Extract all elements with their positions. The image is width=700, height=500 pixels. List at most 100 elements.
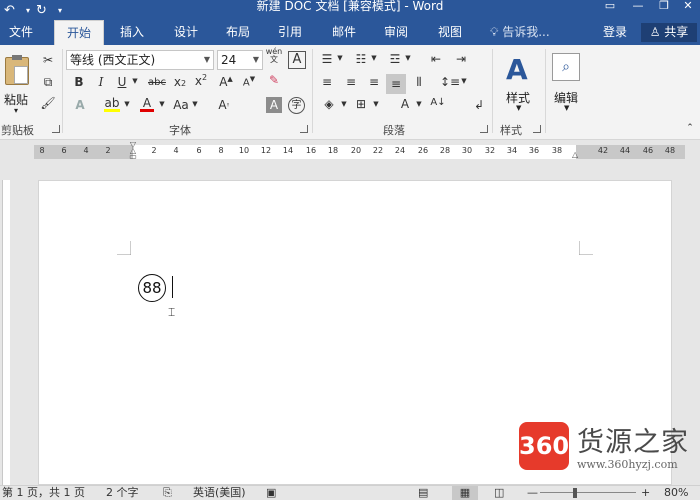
chevron-down-icon[interactable]: ▼ bbox=[415, 100, 423, 108]
font-name-dropdown[interactable]: 等线 (西文正文) ▼ bbox=[66, 50, 214, 70]
chevron-down-icon[interactable]: ▼ bbox=[370, 54, 378, 62]
collapse-ribbon-icon[interactable]: ⌃ bbox=[684, 123, 696, 133]
chevron-down-icon[interactable]: ▼ bbox=[460, 77, 468, 85]
grow-font-icon[interactable]: A▲ bbox=[217, 75, 235, 89]
styles-launcher-icon[interactable] bbox=[533, 125, 541, 133]
justify-icon[interactable]: ≡ bbox=[386, 74, 406, 94]
status-bar: 第 1 页，共 1 页 2 个字 ⎘ 英语(美国) ▣ ▤ ▦ ◫ — + 80… bbox=[0, 485, 700, 500]
tab-insert[interactable]: 插入 bbox=[108, 20, 156, 45]
decrease-indent-icon[interactable]: ⇤ bbox=[427, 52, 445, 66]
zoom-slider[interactable] bbox=[540, 492, 636, 493]
macro-icon[interactable]: ▣ bbox=[266, 486, 276, 500]
strikethrough-icon[interactable]: abc bbox=[146, 77, 168, 88]
tab-layout[interactable]: 布局 bbox=[214, 20, 262, 45]
shading-icon[interactable]: ◈ bbox=[320, 97, 338, 111]
character-spacing-icon[interactable]: Aꜛ bbox=[215, 98, 233, 112]
styles-button[interactable]: A 样式 ▼ bbox=[500, 51, 538, 115]
character-shading-icon[interactable]: A bbox=[266, 97, 282, 113]
print-layout-icon[interactable]: ▦ bbox=[452, 486, 478, 500]
format-painter-icon[interactable]: 🖌︎ bbox=[40, 96, 56, 110]
font-size-dropdown[interactable]: 24 ▼ bbox=[217, 50, 263, 70]
distributed-icon[interactable]: ⦀ bbox=[410, 75, 428, 90]
read-mode-icon[interactable]: ▤ bbox=[418, 486, 428, 500]
show-marks-icon[interactable]: ↲ bbox=[470, 98, 488, 112]
tab-file[interactable]: 文件 bbox=[0, 20, 42, 45]
tab-references[interactable]: 引用 bbox=[266, 20, 314, 45]
chinese-layout-icon[interactable]: A bbox=[396, 97, 414, 111]
ruler-number: 38 bbox=[551, 146, 563, 155]
underline-icon[interactable]: U bbox=[115, 75, 129, 89]
bold-icon[interactable]: B bbox=[72, 75, 86, 89]
proofing-icon[interactable]: ⎘ bbox=[163, 486, 172, 500]
multilevel-list-icon[interactable]: ☲ bbox=[386, 52, 404, 66]
ruler-number: 12 bbox=[260, 146, 272, 155]
align-right-icon[interactable]: ≡ bbox=[365, 75, 383, 89]
editing-button[interactable]: ⌕ 编辑 ▼ bbox=[550, 51, 586, 115]
restore-button[interactable]: ❐ bbox=[652, 0, 676, 14]
close-button[interactable]: ✕ bbox=[676, 0, 700, 14]
tab-home[interactable]: 开始 bbox=[54, 20, 104, 45]
clear-formatting-icon[interactable]: ✎ bbox=[265, 73, 283, 87]
highlight-color-icon[interactable]: ab bbox=[104, 96, 120, 112]
word-count[interactable]: 2 个字 bbox=[106, 486, 139, 500]
horizontal-ruler[interactable]: ▽ △ ▭ △ 8 6 4 2 2 4 6 8 10 12 14 16 18 20 22 24 26 28 30 32 34… bbox=[0, 140, 700, 164]
align-center-icon[interactable]: ≡ bbox=[342, 75, 360, 89]
web-layout-icon[interactable]: ◫ bbox=[494, 486, 504, 500]
borders-icon[interactable]: ⊞ bbox=[352, 97, 370, 111]
superscript-icon[interactable]: x2 bbox=[193, 73, 209, 88]
clipboard-launcher-icon[interactable] bbox=[52, 125, 60, 133]
zoom-slider-thumb[interactable] bbox=[573, 488, 577, 498]
copy-icon[interactable]: ⧉ bbox=[40, 75, 56, 90]
shrink-font-icon[interactable]: A▼ bbox=[240, 75, 258, 88]
change-case-icon[interactable]: Aa bbox=[172, 98, 190, 112]
chevron-down-icon[interactable]: ▼ bbox=[191, 100, 199, 108]
language-indicator[interactable]: 英语(美国) bbox=[193, 486, 246, 500]
subscript-icon[interactable]: x2 bbox=[172, 75, 188, 89]
numbering-icon[interactable]: ☷ bbox=[352, 52, 370, 66]
bullets-icon[interactable]: ☰ bbox=[318, 52, 336, 66]
title-bar: ↶ ▾ ↻ ▾ 新建 DOC 文档 [兼容模式] - Word ▭ — ❐ ✕ bbox=[0, 0, 700, 20]
right-indent-icon[interactable]: △ bbox=[572, 150, 578, 159]
paragraph-launcher-icon[interactable] bbox=[480, 125, 488, 133]
ruler-number: 48 bbox=[664, 146, 676, 155]
chevron-down-icon[interactable]: ▼ bbox=[372, 100, 380, 108]
zoom-in-button[interactable]: + bbox=[641, 486, 650, 500]
chevron-down-icon[interactable]: ▼ bbox=[340, 100, 348, 108]
tab-view[interactable]: 视图 bbox=[426, 20, 474, 45]
phonetic-guide-icon[interactable]: wén 文 bbox=[265, 48, 283, 64]
chevron-down-icon[interactable]: ▼ bbox=[123, 100, 131, 108]
enclosed-number-text[interactable]: 88 bbox=[138, 274, 166, 302]
tab-design[interactable]: 设计 bbox=[162, 20, 210, 45]
italic-icon[interactable]: I bbox=[94, 75, 108, 89]
chevron-down-icon[interactable]: ▼ bbox=[158, 100, 166, 108]
paste-button[interactable]: 粘贴 ▾ bbox=[2, 51, 32, 115]
tab-mailings[interactable]: 邮件 bbox=[320, 20, 368, 45]
ruler-number: 4 bbox=[83, 146, 89, 155]
zoom-level[interactable]: 80% bbox=[664, 486, 688, 500]
ribbon-display-icon[interactable]: ▭ bbox=[598, 0, 622, 14]
page-count[interactable]: 第 1 页，共 1 页 bbox=[2, 486, 85, 500]
increase-indent-icon[interactable]: ⇥ bbox=[452, 52, 470, 66]
paragraph-group-label: 段落 bbox=[383, 124, 405, 137]
divider bbox=[492, 49, 493, 133]
login-link[interactable]: 登录 bbox=[603, 20, 627, 45]
minimize-button[interactable]: — bbox=[626, 0, 650, 14]
align-left-icon[interactable]: ≡ bbox=[318, 75, 336, 89]
sort-icon[interactable]: A↓ bbox=[429, 97, 447, 108]
font-color-icon[interactable]: A bbox=[140, 96, 154, 112]
cut-icon[interactable]: ✂ bbox=[40, 53, 56, 67]
tell-me-box[interactable]: 💡︎ 告诉我... bbox=[490, 20, 550, 45]
text-effects-icon[interactable]: A bbox=[72, 98, 88, 112]
font-launcher-icon[interactable] bbox=[300, 125, 308, 133]
indent-marker-icon[interactable]: ▽ △ ▭ bbox=[128, 141, 138, 162]
chevron-down-icon[interactable]: ▼ bbox=[336, 54, 344, 62]
tab-review[interactable]: 审阅 bbox=[372, 20, 420, 45]
chevron-down-icon[interactable]: ▼ bbox=[131, 77, 139, 85]
share-button[interactable]: ♙ 共享 bbox=[641, 23, 697, 42]
zoom-out-button[interactable]: — bbox=[527, 486, 538, 500]
line-spacing-icon[interactable]: ↕≡ bbox=[440, 75, 460, 89]
enclose-characters-icon[interactable]: A bbox=[288, 51, 306, 69]
chevron-down-icon[interactable]: ▼ bbox=[404, 54, 412, 62]
vertical-ruler[interactable] bbox=[0, 166, 13, 485]
enclosed-character-icon[interactable]: 字 bbox=[288, 97, 305, 114]
